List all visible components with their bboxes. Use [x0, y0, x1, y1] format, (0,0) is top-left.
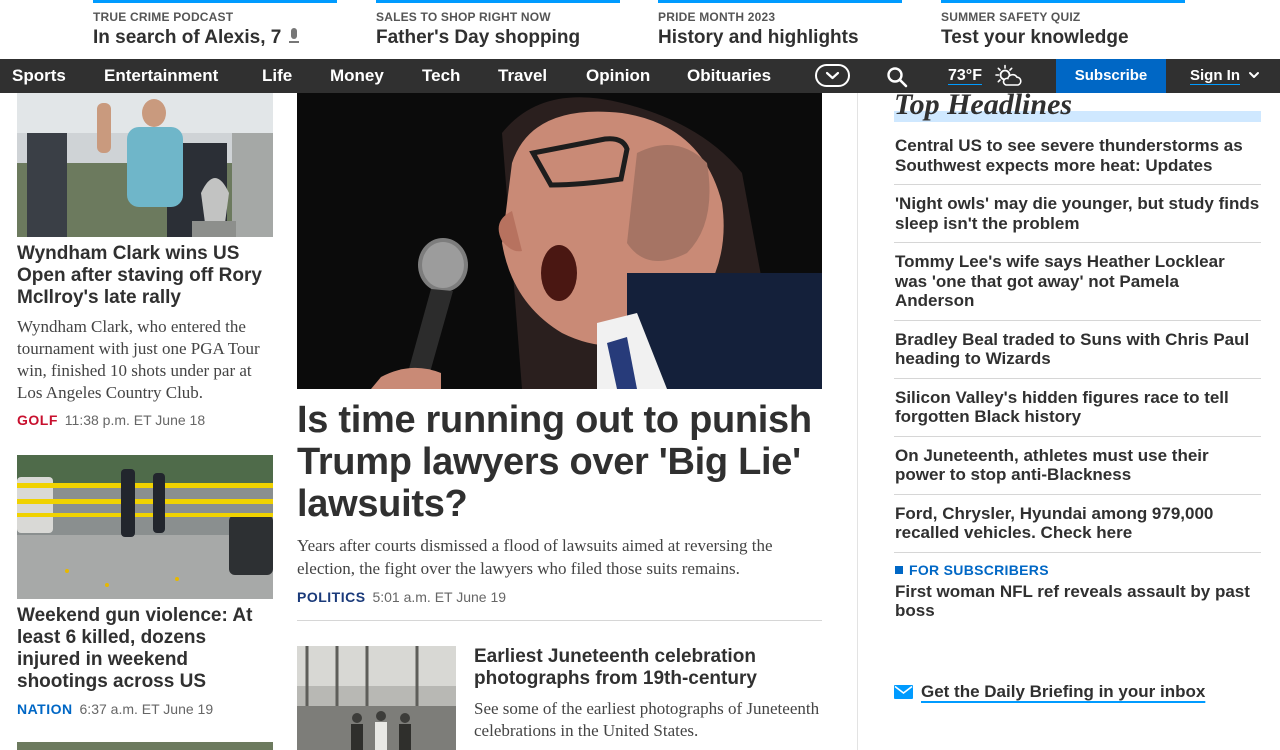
headline-link[interactable]: Ford, Chrysler, Hyundai among 979,000 re…	[894, 495, 1261, 553]
story-card: Weekend gun violence: At least 6 killed,…	[17, 455, 273, 717]
story-summary: See some of the earliest photographs of …	[474, 699, 820, 740]
story-summary: Wyndham Clark, who entered the tournamen…	[17, 317, 260, 402]
golf-photo[interactable]	[17, 93, 273, 237]
daily-briefing-label: Get the Daily Briefing in your inbox	[921, 682, 1206, 701]
promo-kicker: SALES TO SHOP RIGHT NOW	[376, 10, 551, 24]
hero-title[interactable]: Is time running out to punish Trump lawy…	[297, 399, 822, 525]
story-card: Wyndham Clark wins US Open after staving…	[17, 93, 273, 428]
crime-scene-photo[interactable]	[17, 455, 273, 599]
hero-meta: POLITICS 5:01 a.m. ET June 19	[297, 589, 822, 605]
subscriber-badge-icon	[895, 565, 903, 574]
top-headlines-panel: Top Headlines Central US to see severe t…	[894, 90, 1261, 631]
column-divider	[857, 93, 858, 750]
nav-item-life[interactable]: Life	[262, 59, 292, 93]
subscriber-kicker: FOR SUBSCRIBERS	[909, 561, 1049, 578]
story-meta: GOLF 11:38 p.m. ET June 18	[17, 412, 273, 428]
headline-link[interactable]: Tommy Lee's wife says Heather Locklear w…	[894, 243, 1261, 321]
hero-tag[interactable]: POLITICS	[297, 589, 366, 605]
promo-true-crime-podcast[interactable]: TRUE CRIME PODCAST In search of Alexis, …	[93, 0, 337, 59]
nav-item-tech[interactable]: Tech	[422, 59, 460, 93]
microphone-icon	[289, 28, 300, 44]
nav-item-sports[interactable]: Sports	[12, 59, 66, 93]
juneteenth-photo[interactable]	[297, 646, 456, 750]
promo-fathers-day[interactable]: SALES TO SHOP RIGHT NOW Father's Day sho…	[376, 0, 620, 59]
story-tag[interactable]: NATION	[17, 701, 73, 717]
search-button[interactable]	[886, 66, 908, 88]
promo-title: Test your knowledge	[941, 27, 1129, 48]
headline-link[interactable]: Bradley Beal traded to Suns with Chris P…	[894, 321, 1261, 379]
story-tag[interactable]: GOLF	[17, 412, 58, 428]
juneteenth-text: Earliest Juneteenth celebration photogra…	[474, 646, 822, 742]
headline-link[interactable]: 'Night owls' may die younger, but study …	[894, 185, 1261, 243]
subscriber-title: First woman NFL ref reveals assault by p…	[895, 581, 1250, 621]
promo-kicker: TRUE CRIME PODCAST	[93, 10, 234, 24]
story-title[interactable]: Wyndham Clark wins US Open after staving…	[17, 243, 273, 309]
promo-pride-month[interactable]: PRIDE MONTH 2023 History and highlights	[658, 0, 902, 59]
sign-in-label: Sign In	[1190, 67, 1240, 84]
center-column: Is time running out to punish Trump lawy…	[297, 93, 822, 605]
nav-item-money[interactable]: Money	[330, 59, 384, 93]
headline-link[interactable]: On Juneteenth, athletes must use their p…	[894, 437, 1261, 495]
story-title[interactable]: Weekend gun violence: At least 6 killed,…	[17, 605, 273, 693]
main-nav: Sports Entertainment Life Money Tech Tra…	[0, 59, 1280, 93]
nav-item-obituaries[interactable]: Obituaries	[687, 59, 771, 93]
headline-link[interactable]: Central US to see severe thunderstorms a…	[894, 136, 1261, 185]
chevron-down-icon	[825, 71, 840, 80]
promo-kicker: PRIDE MONTH 2023	[658, 10, 776, 24]
left-column: Wyndham Clark wins US Open after staving…	[17, 93, 273, 750]
chevron-down-icon	[1249, 72, 1260, 78]
promo-safety-quiz[interactable]: SUMMER SAFETY QUIZ Test your knowledge	[941, 0, 1185, 59]
hero-photo[interactable]	[297, 93, 822, 389]
headline-list: Central US to see severe thunderstorms a…	[894, 136, 1261, 631]
promo-title: History and highlights	[658, 27, 859, 48]
hero-time: 5:01 a.m. ET June 19	[372, 589, 507, 605]
search-icon	[887, 67, 908, 88]
more-sections-button[interactable]	[815, 64, 850, 87]
story-meta: NATION 6:37 a.m. ET June 19	[17, 701, 273, 717]
top-headlines-heading: Top Headlines	[894, 90, 1261, 122]
promo-strip: TRUE CRIME PODCAST In search of Alexis, …	[0, 0, 1280, 59]
promo-title: In search of Alexis, 7	[93, 27, 282, 48]
subscriber-headline[interactable]: FOR SUBSCRIBERS First woman NFL ref reve…	[894, 553, 1261, 631]
nav-item-travel[interactable]: Travel	[498, 59, 547, 93]
nav-item-opinion[interactable]: Opinion	[586, 59, 650, 93]
section-divider	[297, 620, 822, 621]
envelope-icon	[894, 685, 913, 699]
story-time: 11:38 p.m. ET June 18	[64, 412, 206, 428]
sign-in-button[interactable]: Sign In	[1190, 59, 1260, 93]
story-title[interactable]: Earliest Juneteenth celebration photogra…	[474, 646, 822, 690]
headline-link[interactable]: Silicon Valley's hidden figures race to …	[894, 379, 1261, 437]
nav-item-entertainment[interactable]: Entertainment	[104, 59, 218, 93]
promo-title: Father's Day shopping	[376, 27, 581, 48]
story-time: 6:37 a.m. ET June 19	[79, 701, 214, 717]
subscribe-button[interactable]: Subscribe	[1056, 59, 1166, 93]
promo-kicker: SUMMER SAFETY QUIZ	[941, 10, 1081, 24]
story-thumbnail[interactable]	[17, 742, 273, 750]
partly-cloudy-icon	[995, 64, 1022, 86]
hero-summary: Years after courts dismissed a flood of …	[297, 536, 773, 578]
